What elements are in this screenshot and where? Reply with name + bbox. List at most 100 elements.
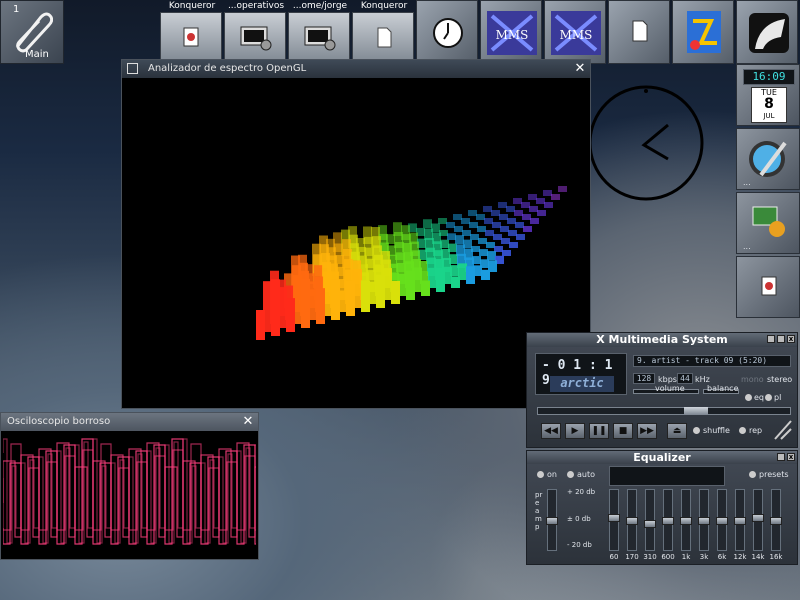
paint-dock-app[interactable]: ... [736, 128, 800, 190]
task-button-konqueror-2[interactable]: Konqueror [352, 1, 414, 64]
play-button[interactable]: ▶ [565, 423, 585, 439]
spectrum-bar [447, 233, 456, 240]
eq-band-knob[interactable] [644, 520, 656, 528]
eq-on-toggle[interactable] [537, 471, 544, 478]
spectrum-bar [529, 206, 538, 212]
xmms-player-window[interactable]: X Multimedia System x - 0 1 : 1 9 arctic… [526, 332, 798, 448]
spectrum-bar [500, 226, 509, 232]
equalizer-title: Equalizer [633, 451, 691, 464]
eject-button[interactable]: ⏏ [667, 423, 687, 439]
spectrum-bar [477, 226, 486, 232]
playlist-toggle[interactable] [765, 394, 772, 401]
eq-band-slider-12k[interactable] [734, 489, 746, 551]
spectrum-bar [544, 202, 553, 208]
scope-window-titlebar[interactable]: Osciloscopio borroso ✕ [1, 413, 258, 431]
next-button[interactable]: ▶▶ [637, 423, 657, 439]
eq-band-slider-170[interactable] [626, 489, 638, 551]
spectrum-bar [485, 230, 494, 236]
repeat-label: rep [749, 426, 763, 435]
spectrum-bar [455, 235, 464, 244]
presets-button[interactable]: presets [759, 470, 789, 479]
repeat-toggle[interactable] [739, 427, 746, 434]
eq-band-knob[interactable] [698, 517, 710, 525]
spectrum-bar [506, 206, 515, 212]
spectrum-bar [492, 222, 501, 228]
pause-button[interactable]: ❚❚ [589, 423, 609, 439]
window-menu-icon[interactable] [127, 63, 138, 74]
main-desktop-button[interactable]: 1 Main [0, 0, 64, 64]
paperclip-icon [15, 12, 53, 53]
minimize-icon[interactable] [767, 335, 775, 343]
eq-band-knob[interactable] [662, 517, 674, 525]
spectrum-analyzer-window[interactable]: Analizador de espectro OpenGL ✕ [121, 59, 591, 409]
shade-icon[interactable] [777, 335, 785, 343]
xmms-tile-2[interactable]: MMS [544, 0, 606, 64]
konqueror-icon [183, 27, 199, 47]
close-icon[interactable]: x [787, 453, 795, 461]
equalizer-titlebar[interactable]: Equalizer x [527, 451, 797, 464]
eq-band-slider-60[interactable] [608, 489, 620, 551]
spectrum-bar [451, 276, 460, 288]
seek-handle[interactable] [684, 407, 708, 415]
eq-band-knob[interactable] [752, 514, 764, 522]
document-tile[interactable] [608, 0, 670, 64]
spectrum-bar [454, 226, 463, 232]
presets-toggle[interactable] [749, 471, 756, 478]
preamp-slider[interactable] [546, 489, 558, 551]
spectrum-bar [476, 214, 485, 220]
eq-band-knob[interactable] [626, 517, 638, 525]
shuffle-toggle[interactable] [693, 427, 700, 434]
eq-band-knob[interactable] [608, 514, 620, 522]
spectrum-bar [346, 280, 355, 316]
stop-button[interactable]: ■ [613, 423, 633, 439]
xmms-titlebar[interactable]: X Multimedia System x [527, 333, 797, 347]
eq-band-slider-310[interactable] [644, 489, 656, 551]
eq-band-knob[interactable] [770, 517, 782, 525]
display-settings-dock-app[interactable]: ... [736, 192, 800, 254]
spectrum-bar [421, 280, 430, 296]
eq-band-knob[interactable] [716, 517, 728, 525]
eq-band-slider-16k[interactable] [770, 489, 782, 551]
oscilloscope-window[interactable]: Osciloscopio borroso ✕ [0, 412, 259, 560]
bitrate-value: 128 [633, 373, 655, 384]
resize-grip-icon[interactable] [773, 419, 793, 441]
eq-auto-toggle[interactable] [567, 471, 574, 478]
konqueror-icon [761, 276, 777, 296]
eq-band-slider-1k[interactable] [680, 489, 692, 551]
equalizer-window[interactable]: Equalizer x on auto presets preamp + 20 … [526, 450, 798, 565]
gimp-tile[interactable] [736, 0, 798, 64]
spectrum-bar [502, 250, 511, 256]
eq-band-slider-6k[interactable] [716, 489, 728, 551]
xmms-icon: MMS [487, 11, 537, 55]
eq-band-knob[interactable] [734, 517, 746, 525]
calendar-icon: TUE 8 JUL [751, 87, 787, 123]
eq-band-slider-600[interactable] [662, 489, 674, 551]
previous-button[interactable]: ◀◀ [541, 423, 561, 439]
spectrum-bar [530, 218, 539, 224]
spectrum-window-titlebar[interactable]: Analizador de espectro OpenGL ✕ [122, 60, 590, 78]
task-button-home-jorge[interactable]: ...ome/jorge [288, 1, 350, 64]
clock-tile[interactable] [416, 0, 478, 64]
scope-window-title: Osciloscopio borroso [7, 416, 111, 427]
xmms-tile-1[interactable]: MMS [480, 0, 542, 64]
close-icon[interactable]: x [787, 335, 795, 343]
close-icon[interactable]: ✕ [241, 415, 255, 429]
eq-toggle[interactable] [745, 394, 752, 401]
eq-band-knob[interactable] [680, 517, 692, 525]
shuffle-label: shuffle [703, 426, 730, 435]
preamp-knob[interactable] [546, 517, 558, 525]
kde-tile[interactable] [672, 0, 734, 64]
spectrum-bar [487, 251, 496, 260]
shade-icon[interactable] [777, 453, 785, 461]
eq-label: eq [754, 393, 764, 402]
terminal-icon [240, 26, 272, 51]
task-button-konqueror-1[interactable]: Konqueror [160, 1, 222, 64]
close-icon[interactable]: ✕ [573, 62, 587, 76]
eq-band-slider-14k[interactable] [752, 489, 764, 551]
eq-band-slider-3k[interactable] [698, 489, 710, 551]
seek-bar[interactable] [537, 407, 791, 415]
clock-date-dock[interactable]: 16:09 TUE 8 JUL [736, 64, 800, 126]
konqueror-dock-app[interactable] [736, 256, 800, 318]
dock-dots: ... [743, 178, 751, 187]
task-button-operativos[interactable]: ...operativos [224, 1, 286, 64]
